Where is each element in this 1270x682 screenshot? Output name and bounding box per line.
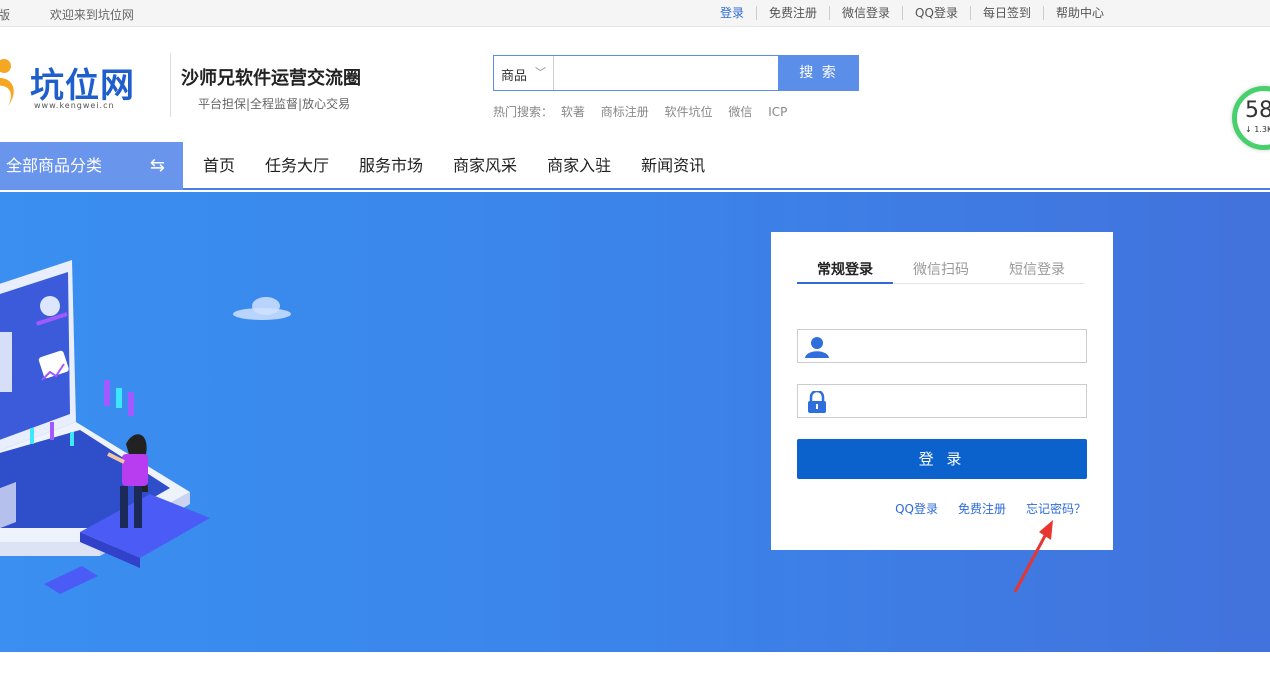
lock-icon: [808, 391, 826, 413]
search-button[interactable]: 搜 索: [778, 55, 859, 91]
main-nav: 全部商品分类 ⇆ 首页 任务大厅 服务市场 商家风采 商家入驻 新闻资讯: [0, 142, 1270, 190]
top-qq-login-link[interactable]: QQ登录: [902, 6, 970, 20]
all-categories-label: 全部商品分类: [6, 156, 103, 175]
register-link[interactable]: 免费注册: [958, 500, 1006, 517]
speed-meter-widget[interactable]: 58 ↓ 1.3K: [1232, 86, 1270, 150]
welcome-text: 欢迎来到坑位网: [49, 8, 134, 22]
annotation-arrow-icon: [1013, 520, 1053, 593]
username-field: [797, 329, 1087, 363]
search-category-select[interactable]: 商品 ﹀: [494, 56, 554, 90]
logo-text: 坑位网: [30, 66, 135, 106]
top-wechat-login-link[interactable]: 微信登录: [829, 6, 902, 20]
hot-search-term[interactable]: 商标注册: [601, 105, 649, 119]
logo-mark-icon: [0, 59, 14, 106]
top-bar-left: 版 欢迎来到坑位网: [0, 6, 170, 23]
meter-sub-text: 1.3K: [1254, 125, 1270, 134]
password-field: [797, 384, 1087, 418]
top-help-center-link[interactable]: 帮助中心: [1042, 6, 1116, 20]
top-bar: 版 欢迎来到坑位网 登录 免费注册 微信登录 QQ登录 每日签到 帮助中心: [0, 0, 1270, 27]
login-submit-button[interactable]: 登 录: [797, 439, 1087, 479]
hot-searches: 热门搜索： 软著 商标注册 软件坑位 微信 ICP: [493, 103, 799, 120]
hot-search-term[interactable]: 软件坑位: [665, 105, 713, 119]
logo-domain: www.kengwei.cn: [34, 101, 115, 110]
all-categories-menu[interactable]: 全部商品分类 ⇆: [0, 142, 183, 190]
edition-text: 版: [0, 8, 11, 22]
username-input[interactable]: [836, 331, 1081, 361]
nav-item-merchant-join[interactable]: 商家入驻: [547, 142, 611, 190]
user-icon: [805, 337, 829, 358]
hot-search-term[interactable]: ICP: [768, 105, 787, 119]
tab-sms-login[interactable]: 短信登录: [989, 259, 1085, 283]
nav-item-home[interactable]: 首页: [203, 142, 235, 190]
search-bar: 商品 ﹀ 搜 索: [493, 55, 859, 91]
site-slogan: 沙师兄软件运营交流圈: [181, 68, 361, 89]
password-input[interactable]: [836, 386, 1081, 416]
meter-subvalue: ↓ 1.3K: [1245, 125, 1270, 134]
tab-wechat-scan[interactable]: 微信扫码: [893, 259, 989, 283]
nav-items: 首页 任务大厅 服务市场 商家风采 商家入驻 新闻资讯: [203, 142, 735, 190]
qq-login-link[interactable]: QQ登录: [895, 500, 938, 517]
nav-item-service-market[interactable]: 服务市场: [359, 142, 423, 190]
chevron-down-icon: ﹀: [535, 66, 546, 79]
login-banner: 常规登录 微信扫码 短信登录 登 录 QQ登录 免费注册 忘记密码？: [0, 192, 1270, 652]
meter-value: 58: [1245, 98, 1270, 123]
top-login-link[interactable]: 登录: [720, 6, 756, 20]
hot-search-label: 热门搜索：: [493, 105, 554, 119]
login-tabs: 常规登录 微信扫码 短信登录: [797, 259, 1085, 284]
site-logo[interactable]: 坑位网 www.kengwei.cn: [0, 54, 160, 114]
login-panel: 常规登录 微信扫码 短信登录 登 录 QQ登录 免费注册 忘记密码？: [771, 232, 1113, 550]
nav-item-news[interactable]: 新闻资讯: [641, 142, 705, 190]
search-input[interactable]: [555, 56, 778, 90]
laptop-illustration: [0, 260, 291, 594]
header-divider: [170, 53, 171, 117]
top-bar-links: 登录 免费注册 微信登录 QQ登录 每日签到 帮助中心: [720, 6, 1116, 20]
hot-search-term[interactable]: 微信: [728, 105, 752, 119]
swap-arrows-icon: ⇆: [149, 155, 165, 176]
tab-regular-login[interactable]: 常规登录: [797, 259, 893, 284]
hot-search-term[interactable]: 软著: [561, 105, 585, 119]
site-subslogan: 平台担保|全程监督|放心交易: [198, 97, 351, 111]
top-register-link[interactable]: 免费注册: [756, 6, 829, 20]
nav-item-merchant-showcase[interactable]: 商家风采: [453, 142, 517, 190]
nav-item-task-hall[interactable]: 任务大厅: [265, 142, 329, 190]
top-daily-checkin-link[interactable]: 每日签到: [969, 6, 1043, 20]
search-category-value: 商品: [501, 69, 528, 84]
